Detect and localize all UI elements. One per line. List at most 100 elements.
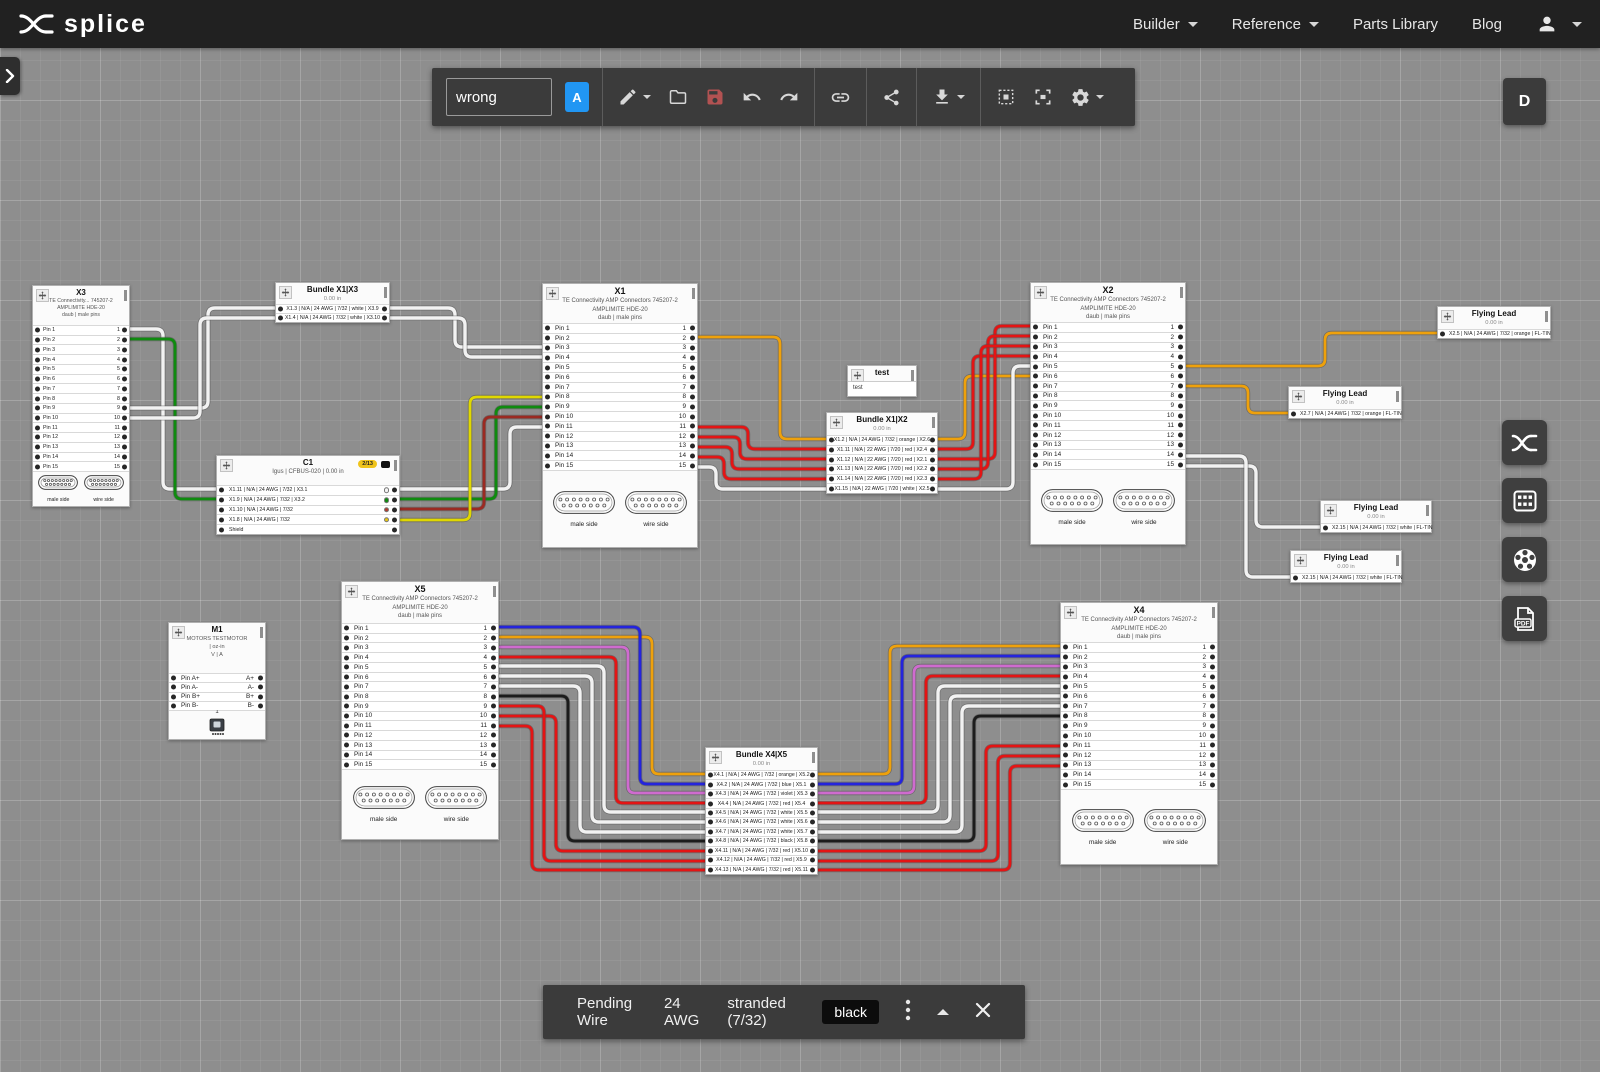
- pin-dot-right[interactable]: [690, 326, 695, 331]
- pin-dot-left[interactable]: [35, 367, 40, 372]
- wire-row[interactable]: Shield: [217, 524, 399, 534]
- pin-dot-left[interactable]: [1033, 413, 1038, 418]
- wire-dot-right[interactable]: [810, 858, 815, 863]
- share-link-button[interactable]: [828, 85, 853, 110]
- pin-dot-left[interactable]: [35, 454, 40, 459]
- pin-dot-left[interactable]: [344, 645, 349, 650]
- pin-row[interactable]: Pin 99: [1061, 720, 1217, 730]
- pin-dot-right[interactable]: [491, 723, 496, 728]
- wire-row[interactable]: X4.7 | N/A | 24 AWG | 7/32 | white | X5.…: [706, 827, 817, 836]
- pin-dot-right[interactable]: [122, 328, 127, 333]
- wire-dot-left[interactable]: [1440, 332, 1445, 337]
- wire-dot-left[interactable]: [829, 438, 834, 443]
- wire-dot-left[interactable]: [219, 527, 224, 532]
- wire-dot-right[interactable]: [810, 848, 815, 853]
- wire-dot-right[interactable]: [930, 477, 935, 482]
- resize-handle[interactable]: [932, 417, 935, 428]
- open-project-button[interactable]: [666, 85, 690, 109]
- app-logo[interactable]: splice: [18, 10, 147, 39]
- pin-row[interactable]: Pin 44: [1061, 671, 1217, 681]
- pin-dot-left[interactable]: [545, 355, 550, 360]
- harness-name-input[interactable]: [446, 78, 552, 116]
- pin-dot-left[interactable]: [344, 762, 349, 767]
- resize-handle[interactable]: [1426, 505, 1429, 516]
- wire-dot-left[interactable]: [829, 467, 834, 472]
- pin-dot-left[interactable]: [545, 453, 550, 458]
- wire-row[interactable]: X1.3 | N/A | 24 AWG | 7/32 | white | X3.…: [276, 304, 389, 313]
- pin-dot-left[interactable]: [35, 328, 40, 333]
- pin-dot-right[interactable]: [1210, 782, 1215, 787]
- pin-row[interactable]: Pin 44: [1031, 351, 1185, 361]
- resize-handle[interactable]: [1212, 607, 1215, 618]
- wire-row[interactable]: X4.4 | N/A | 24 AWG | 7/32 | red | X5.4: [706, 798, 817, 807]
- wire-dot-right[interactable]: [392, 488, 397, 493]
- pin-dot-left[interactable]: [1033, 423, 1038, 428]
- pin-dot-right[interactable]: [491, 704, 496, 709]
- pin-dot-right[interactable]: [491, 665, 496, 670]
- pin-row[interactable]: Pin 44: [543, 352, 697, 362]
- pin-row[interactable]: Pin 99: [543, 401, 697, 411]
- wire-dot-left[interactable]: [708, 811, 713, 816]
- wire-dot-left[interactable]: [708, 867, 713, 872]
- pin-row[interactable]: Pin 22: [543, 333, 697, 343]
- pin-dot-right[interactable]: [690, 434, 695, 439]
- block-note-test[interactable]: testtest: [847, 365, 917, 397]
- close-button[interactable]: [975, 1002, 991, 1022]
- pin-dot-left[interactable]: [1033, 325, 1038, 330]
- pin-row[interactable]: Pin 1515: [33, 461, 129, 471]
- pin-dot-right[interactable]: [1178, 393, 1183, 398]
- pin-dot-left[interactable]: [545, 463, 550, 468]
- block-bundle-x1x3[interactable]: Bundle X1|X30.00 inX1.3 | N/A | 24 AWG |…: [275, 282, 390, 323]
- pin-row[interactable]: Pin 11: [1031, 322, 1185, 332]
- pin-row[interactable]: Pin 66: [342, 672, 498, 682]
- pin-dot-left[interactable]: [344, 636, 349, 641]
- pin-dot-right[interactable]: [1210, 645, 1215, 650]
- pin-dot-right[interactable]: [491, 694, 496, 699]
- wire-row[interactable]: X1.15 | N/A | 22 AWG | 7/20 | white | X2…: [827, 483, 937, 493]
- wire-dot-left[interactable]: [1291, 412, 1296, 417]
- pin-dot-left[interactable]: [1063, 782, 1068, 787]
- pin-dot-left[interactable]: [1033, 442, 1038, 447]
- pin-dot-right[interactable]: [122, 445, 127, 450]
- pin-row[interactable]: Pin 1212: [1031, 430, 1185, 440]
- pin-dot-right[interactable]: [491, 743, 496, 748]
- pin-dot-left[interactable]: [35, 464, 40, 469]
- pin-dot-left[interactable]: [35, 377, 40, 382]
- wire-row[interactable]: X2.5 | N/A | 24 AWG | 7/32 | orange | FL…: [1438, 329, 1550, 338]
- wire-row[interactable]: X1.14 | N/A | 22 AWG | 7/20 | red | X2.3: [827, 474, 937, 484]
- resize-handle[interactable]: [1396, 555, 1399, 566]
- pin-dot-right[interactable]: [690, 404, 695, 409]
- wire-dot-left[interactable]: [219, 507, 224, 512]
- kebab-menu-button[interactable]: [905, 999, 911, 1025]
- move-handle-icon[interactable]: [1294, 554, 1307, 567]
- pin-dot-left[interactable]: [1033, 452, 1038, 457]
- pin-row[interactable]: Pin 55: [1061, 681, 1217, 691]
- wire-dot-left[interactable]: [708, 773, 713, 778]
- wire-white[interactable]: [1186, 456, 1290, 577]
- pin-dot-right[interactable]: [1210, 733, 1215, 738]
- pin-dot-left[interactable]: [35, 445, 40, 450]
- pin-dot-right[interactable]: [690, 463, 695, 468]
- pin-row[interactable]: Pin 1414: [543, 450, 697, 460]
- wire-orange[interactable]: [698, 337, 826, 439]
- pin-dot-right[interactable]: [491, 713, 496, 718]
- pin-dot-right[interactable]: [258, 703, 263, 708]
- wire-dot-left[interactable]: [219, 517, 224, 522]
- wire-dot-left[interactable]: [829, 457, 834, 462]
- pdf-export-button[interactable]: PDF: [1502, 596, 1547, 641]
- move-handle-icon[interactable]: [279, 286, 292, 299]
- pin-dot-right[interactable]: [122, 357, 127, 362]
- wire-orange[interactable]: [938, 376, 1030, 439]
- pin-dot-left[interactable]: [344, 713, 349, 718]
- wire-dot-right[interactable]: [392, 517, 397, 522]
- edit-tool-button[interactable]: [616, 85, 653, 109]
- pin-dot-left[interactable]: [1033, 384, 1038, 389]
- pin-row[interactable]: Pin 33: [543, 343, 697, 353]
- autoroute-button[interactable]: A: [565, 82, 589, 112]
- move-handle-icon[interactable]: [1292, 390, 1305, 403]
- pin-dot-left[interactable]: [1063, 762, 1068, 767]
- pin-dot-left[interactable]: [344, 655, 349, 660]
- pin-row[interactable]: Pin 1111: [342, 720, 498, 730]
- pin-dot-right[interactable]: [122, 406, 127, 411]
- wire-dot-right[interactable]: [810, 773, 815, 778]
